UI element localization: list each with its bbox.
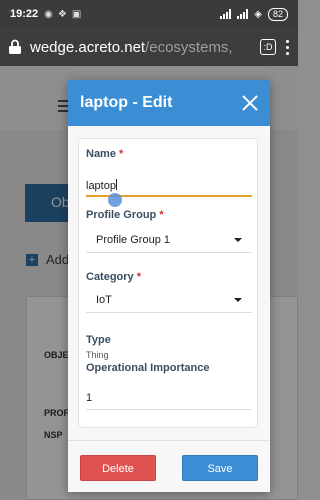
dropbox-icon: ❖ [57, 8, 67, 20]
battery-icon: 82 [267, 7, 288, 21]
status-time: 19:22 [10, 8, 39, 20]
notification-icons: ◉ ❖ ▣ [44, 9, 81, 20]
dropdown-arrow-icon [234, 238, 242, 242]
category-value: IoT [96, 294, 112, 306]
required-marker: * [136, 271, 142, 283]
operational-importance-input[interactable]: 1 [86, 390, 252, 410]
signal-icon [220, 9, 232, 19]
profile-group-label: Profile Group * [86, 209, 164, 221]
bag-icon: ▣ [71, 8, 82, 20]
wifi-icon: ◈ [254, 8, 262, 20]
lock-icon [9, 39, 21, 54]
modal-footer: Delete Save [68, 440, 270, 492]
category-select[interactable]: IoT [86, 287, 252, 313]
url-host: wedge.acreto.net [30, 38, 146, 56]
save-button[interactable]: Save [182, 455, 258, 481]
delete-button[interactable]: Delete [80, 455, 156, 481]
required-marker: * [159, 209, 164, 221]
tab-switcher-button[interactable]: :D [260, 39, 276, 55]
signal-icon-2 [237, 9, 249, 19]
modal-header: laptop - Edit [68, 80, 270, 126]
name-input-value: laptop [86, 180, 116, 192]
text-caret [115, 179, 117, 190]
type-value: Thing [86, 350, 109, 360]
edit-form: Name * laptop Profile Group * Profile Gr… [78, 138, 258, 428]
touch-indicator [108, 193, 122, 207]
category-label: Category * [86, 271, 142, 283]
name-label: Name * [86, 148, 124, 160]
required-marker: * [119, 148, 124, 160]
url-path: /ecosystems, [145, 38, 233, 56]
edit-modal: laptop - Edit Name * laptop Profile Grou… [68, 80, 270, 492]
dropdown-arrow-icon [234, 298, 242, 302]
type-label: Type [86, 334, 111, 346]
close-icon[interactable] [242, 95, 258, 111]
operational-importance-label: Operational Importance [86, 362, 210, 374]
url-text[interactable]: wedge.acreto.net/ecosystems, [30, 39, 252, 56]
browser-address-bar[interactable]: wedge.acreto.net/ecosystems, :D [0, 28, 298, 66]
profile-group-select[interactable]: Profile Group 1 [86, 227, 252, 253]
status-bar: 19:22 ◉ ❖ ▣ ◈ 82 [0, 0, 298, 28]
modal-title: laptop - Edit [80, 94, 173, 111]
profile-group-value: Profile Group 1 [96, 234, 170, 246]
headset-icon: ◉ [44, 8, 53, 20]
browser-menu-icon[interactable] [286, 39, 290, 55]
